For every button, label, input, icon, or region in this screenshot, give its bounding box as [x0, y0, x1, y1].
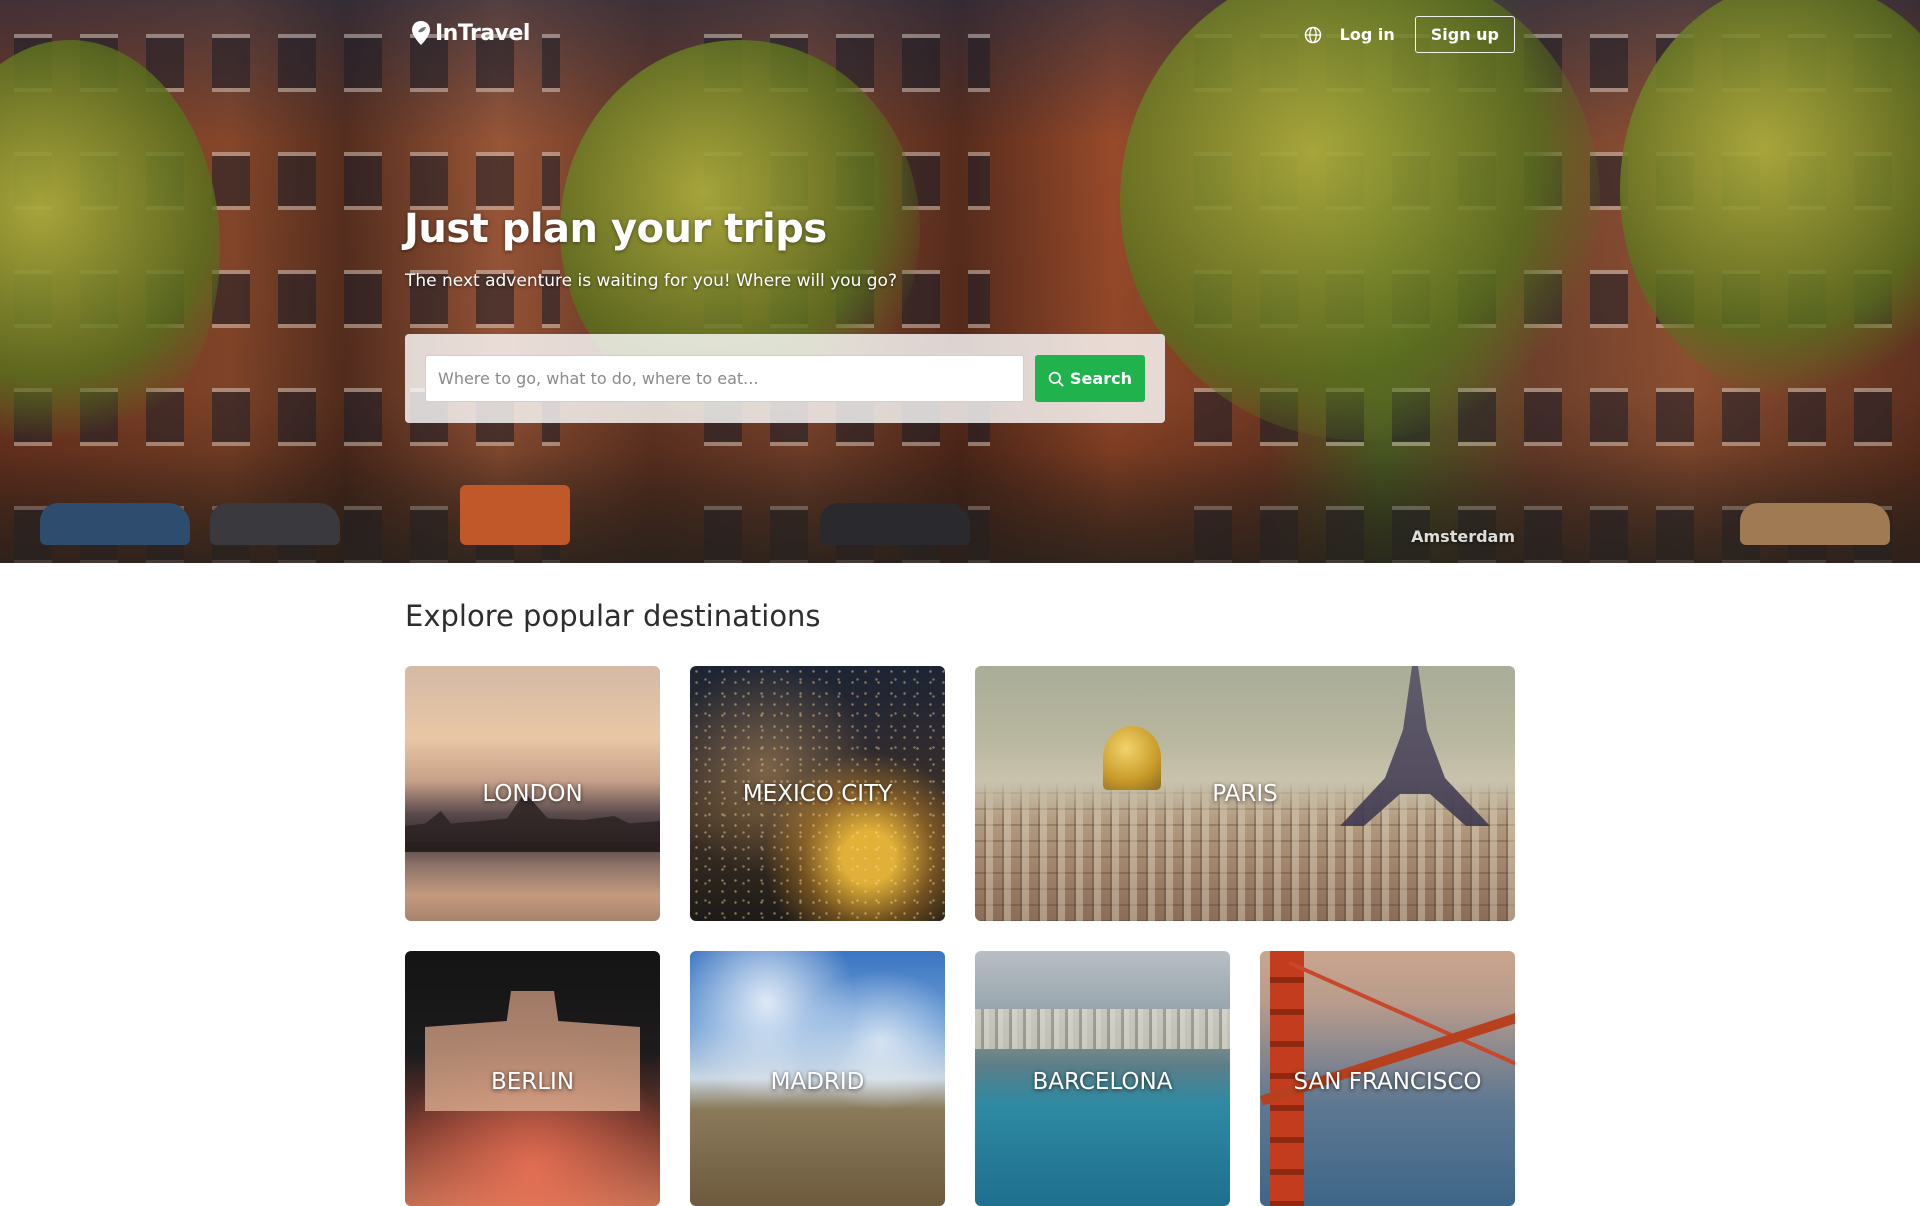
- brand-logo[interactable]: InTravel: [410, 20, 530, 46]
- destination-card-label: BARCELONA: [1032, 1069, 1173, 1095]
- search-input[interactable]: [425, 355, 1024, 402]
- hero-title: Just plan your trips: [404, 206, 827, 252]
- destination-card-label: SAN FRANCISCO: [1293, 1069, 1482, 1095]
- card-image: [405, 842, 660, 852]
- top-nav: Log in Sign up: [1302, 16, 1515, 53]
- globe-icon: [1304, 26, 1321, 43]
- destinations-heading: Explore popular destinations: [405, 599, 821, 633]
- hero-car: [1740, 503, 1890, 545]
- destination-card-paris[interactable]: PARIS: [975, 666, 1515, 921]
- destination-card-san-francisco[interactable]: SAN FRANCISCO: [1260, 951, 1515, 1206]
- destination-card-label: PARIS: [1212, 780, 1278, 807]
- destination-card-berlin[interactable]: BERLIN: [405, 951, 660, 1206]
- destination-card-label: MADRID: [770, 1069, 865, 1095]
- map-pin-leaf-icon: [412, 21, 430, 45]
- search-panel: Search: [405, 334, 1165, 423]
- hero-car: [460, 485, 570, 545]
- search-button-label: Search: [1070, 369, 1132, 388]
- brand-name: InTravel: [435, 20, 530, 46]
- signup-button[interactable]: Sign up: [1414, 16, 1515, 53]
- search-icon: [1048, 371, 1064, 387]
- hero-photo-caption: Amsterdam: [1411, 527, 1515, 546]
- card-image: [975, 1009, 1230, 1049]
- language-selector[interactable]: [1302, 24, 1324, 46]
- destination-card-barcelona[interactable]: BARCELONA: [975, 951, 1230, 1206]
- search-button[interactable]: Search: [1035, 355, 1145, 402]
- hero-car: [40, 503, 190, 545]
- hero-car: [820, 503, 970, 545]
- hero-subtitle: The next adventure is waiting for you! W…: [405, 271, 897, 291]
- hero-car: [210, 503, 340, 545]
- login-link[interactable]: Log in: [1340, 25, 1395, 44]
- destination-card-london[interactable]: LONDON: [405, 666, 660, 921]
- destination-card-label: MEXICO CITY: [742, 780, 893, 807]
- destination-card-madrid[interactable]: MADRID: [690, 951, 945, 1206]
- destination-card-label: LONDON: [482, 780, 583, 807]
- destination-card-label: BERLIN: [490, 1069, 575, 1095]
- hero-banner: InTravel Log in Sign up Just plan your t…: [0, 0, 1920, 563]
- destination-card-mexico-city[interactable]: MEXICO CITY: [690, 666, 945, 921]
